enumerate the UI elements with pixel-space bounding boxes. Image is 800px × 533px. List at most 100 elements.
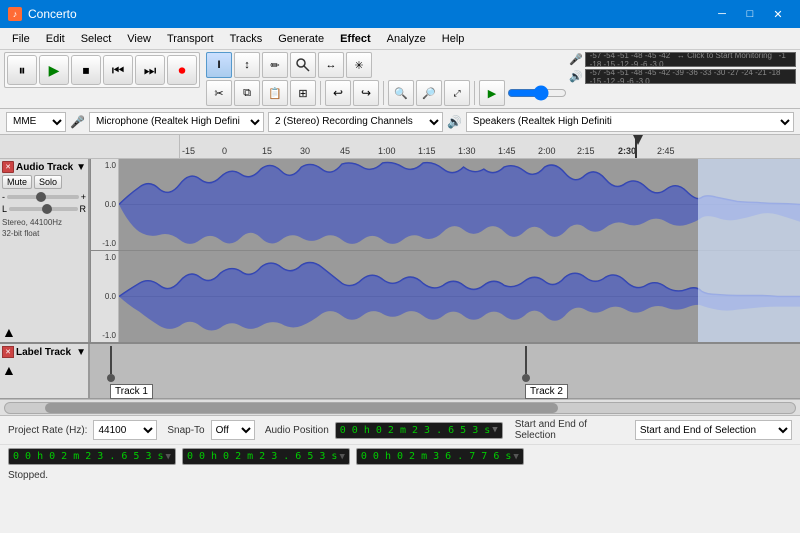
menu-file[interactable]: File <box>4 31 38 47</box>
snap-to-select[interactable]: Off <box>211 420 255 440</box>
project-rate-select[interactable]: 44100 <box>93 420 157 440</box>
undo-button[interactable]: ↩ <box>325 80 351 106</box>
y-max-2: 1.0 <box>93 253 116 262</box>
copy-button[interactable]: ⧉ <box>234 80 260 106</box>
titlebar: ♪ Concerto ─ □ ✕ <box>0 0 800 28</box>
trim-button[interactable]: ⊞ <box>290 80 316 106</box>
redo-button[interactable]: ↪ <box>353 80 379 106</box>
ruler-2min30: 2:30 <box>618 146 636 156</box>
zoom-in-button[interactable]: 🔍 <box>388 80 414 106</box>
audio-track: ✕ Audio Track ▼ Mute Solo - + L R <box>0 159 800 344</box>
skip-back-button[interactable]: ⏮ <box>103 55 133 85</box>
cut-button[interactable]: ✂ <box>206 80 232 106</box>
menu-help[interactable]: Help <box>434 31 473 47</box>
output-select[interactable]: Speakers (Realtek High Definiti <box>466 112 794 132</box>
record-meter[interactable]: -57 -54 -51 -48 -45 -42 ↔ Click to Start… <box>585 52 796 67</box>
maximize-button[interactable]: □ <box>736 3 764 25</box>
project-rate-label: Project Rate (Hz): <box>8 425 87 436</box>
play-at-speed[interactable]: ▶ <box>479 80 505 106</box>
time3-arrow[interactable]: ▼ <box>513 452 518 462</box>
track1-label-box: Track 1 <box>110 384 153 399</box>
selection-mode-select[interactable]: Start and End of Selection <box>635 420 792 440</box>
audio-track-menu[interactable]: ▼ <box>76 162 86 173</box>
snap-to-label: Snap-To <box>167 425 204 436</box>
menu-generate[interactable]: Generate <box>270 31 332 47</box>
pause-button[interactable]: ⏸ <box>7 55 37 85</box>
label-collapse-arrow[interactable]: ▲ <box>2 362 86 378</box>
audio-position-label: Audio Position <box>265 425 329 436</box>
tools-row2: ✂ ⧉ 📋 ⊞ ↩ ↪ 🔍 🔎 ⤢ ▶ <box>206 80 567 106</box>
pan-slider-track <box>9 207 77 211</box>
track1-marker-dot <box>107 374 115 382</box>
input-select[interactable]: Microphone (Realtek High Defini <box>89 112 264 132</box>
ruler-area: -15 0 15 30 45 1:00 1:15 1:30 1:45 2:00 … <box>180 135 800 158</box>
selection-tool[interactable]: I <box>206 52 232 78</box>
draw-tool[interactable]: ✏ <box>262 52 288 78</box>
channels-select[interactable]: 2 (Stereo) Recording Channels <box>268 112 443 132</box>
menubar: File Edit Select View Transport Tracks G… <box>0 28 800 50</box>
titlebar-left: ♪ Concerto <box>8 7 77 21</box>
audio-track-close[interactable]: ✕ <box>2 161 14 173</box>
host-select[interactable]: MME <box>6 112 66 132</box>
sep3 <box>474 81 475 105</box>
skip-forward-button[interactable]: ⏭ <box>135 55 165 85</box>
track-info: Stereo, 44100Hz 32-bit float <box>2 217 86 239</box>
minimize-button[interactable]: ─ <box>708 3 736 25</box>
waveform-svg-1 <box>119 159 800 250</box>
scroll-thumb[interactable] <box>45 403 559 413</box>
menu-tracks[interactable]: Tracks <box>222 31 271 47</box>
track-info-line2: 32-bit float <box>2 228 86 239</box>
track2-marker: Track 2 <box>525 346 568 399</box>
fit-project-button[interactable]: ⤢ <box>444 80 470 106</box>
envelope-tool[interactable]: ↕ <box>234 52 260 78</box>
speed-slider[interactable] <box>507 86 567 100</box>
menu-analyze[interactable]: Analyze <box>379 31 434 47</box>
menu-edit[interactable]: Edit <box>38 31 73 47</box>
menu-transport[interactable]: Transport <box>159 31 222 47</box>
audio-track-header: ✕ Audio Track ▼ Mute Solo - + L R <box>0 159 90 342</box>
time2-arrow[interactable]: ▼ <box>339 452 344 462</box>
zoom-tool[interactable] <box>290 52 316 78</box>
status-bar: Project Rate (Hz): 44100 Snap-To Off Aud… <box>0 415 800 495</box>
label-track-name: Label Track <box>16 347 74 358</box>
audio-position-display: 0 0 h 0 2 m 2 3 . 6 5 3 s ▼ <box>335 422 503 439</box>
y-axis-1: 1.0 0.0 -1.0 <box>91 159 119 250</box>
solo-button[interactable]: Solo <box>34 175 62 189</box>
scroll-track <box>4 402 796 414</box>
label-track-close[interactable]: ✕ <box>2 346 14 358</box>
pan-right: R <box>80 204 87 214</box>
timeshift-tool[interactable]: ↔ <box>318 52 344 78</box>
speaker-icon2: 🔊 <box>447 115 462 129</box>
zoom-out-button[interactable]: 🔎 <box>416 80 442 106</box>
time1-arrow[interactable]: ▼ <box>166 452 171 462</box>
mute-button[interactable]: Mute <box>2 175 32 189</box>
meters-area: 🎤 -57 -54 -51 -48 -45 -42 ↔ Click to Sta… <box>569 52 796 84</box>
time3-value: 0 0 h 0 2 m 3 6 . 7 7 6 s <box>361 451 512 462</box>
menu-view[interactable]: View <box>119 31 159 47</box>
multitool[interactable]: ✳ <box>346 52 372 78</box>
track-collapse-arrow[interactable]: ▲ <box>2 324 86 340</box>
y-mid-2: 0.0 <box>93 292 116 301</box>
record-button[interactable]: ⏺ <box>167 55 197 85</box>
pan-slider-thumb[interactable] <box>42 204 52 214</box>
menu-select[interactable]: Select <box>73 31 120 47</box>
play-button[interactable]: ▶ <box>39 55 69 85</box>
menu-effect[interactable]: Effect <box>332 31 379 47</box>
close-button[interactable]: ✕ <box>764 3 792 25</box>
label-track-menu[interactable]: ▼ <box>76 347 86 358</box>
label-track-header: ✕ Label Track ▼ ▲ <box>0 344 90 398</box>
playback-meter[interactable]: -57 -54 -51 -48 -45 -42 -39 -36 -33 -30 … <box>585 69 796 84</box>
time2-value: 0 0 h 0 2 m 2 3 . 6 5 3 s <box>187 451 338 462</box>
app-title: Concerto <box>28 7 77 21</box>
gain-slider-track <box>7 195 79 199</box>
gain-slider-thumb[interactable] <box>36 192 46 202</box>
stop-button[interactable]: ⏹ <box>71 55 101 85</box>
ruler-0: 0 <box>222 146 227 156</box>
paste-button[interactable]: 📋 <box>262 80 288 106</box>
label-track-content: Track 1 Track 2 <box>90 344 800 398</box>
audio-pos-arrow[interactable]: ▼ <box>492 425 497 435</box>
tools-row1: I ↕ ✏ ↔ ✳ <box>206 52 567 78</box>
ruler-1min: 1:00 <box>378 146 396 156</box>
gain-plus: + <box>81 192 86 202</box>
ruler-marks: -15 0 15 30 45 1:00 1:15 1:30 1:45 2:00 … <box>180 135 800 158</box>
